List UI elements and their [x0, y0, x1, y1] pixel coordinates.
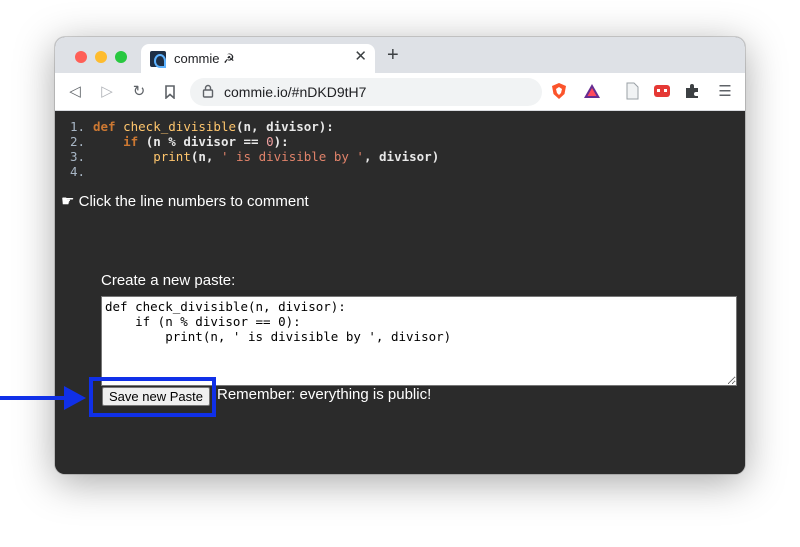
tab-strip: commie ☭ ✕ + [55, 37, 745, 73]
comment-hint: ☛ Click the line numbers to comment [61, 193, 309, 210]
code-view: 1. def check_divisible(n, divisor): 2. if … [55, 119, 745, 179]
code-line: 1. def check_divisible(n, divisor): [55, 119, 745, 134]
code-token: def [93, 119, 124, 134]
code-token: check_divisible [123, 119, 236, 134]
tab-title: commie ☭ [174, 51, 235, 66]
annotation-arrow [0, 396, 70, 400]
line-number[interactable]: 2. [55, 134, 93, 149]
code-token: if [123, 134, 139, 149]
address-bar[interactable]: commie.io/#nDKD9tH7 [190, 78, 542, 106]
browser-toolbar: ◁ ▷ ↻ commie.io/#nDKD9tH7 ☰ [55, 73, 745, 111]
tab-active[interactable]: commie ☭ ✕ [141, 44, 375, 73]
annotation-highlight-box [89, 377, 216, 417]
code-token: print [153, 149, 191, 164]
code-line: 4. [55, 164, 745, 179]
paste-textarea[interactable]: def check_divisible(n, divisor): if (n %… [101, 296, 737, 386]
code-token: 0 [266, 134, 274, 149]
menu-icon[interactable]: ☰ [715, 82, 735, 102]
line-number[interactable]: 4. [55, 164, 93, 179]
document-icon[interactable] [623, 82, 641, 100]
extensions-puzzle-icon[interactable] [683, 82, 701, 100]
window-close-button[interactable] [75, 51, 87, 63]
code-line: 2. if (n % divisor == 0): [55, 134, 745, 149]
code-token: ' is divisible by ' [220, 149, 364, 164]
page-content: 1. def check_divisible(n, divisor): 2. if … [55, 111, 745, 474]
code-token: ): [273, 134, 289, 149]
commie-favicon-icon [150, 51, 166, 68]
brave-shield-icon[interactable] [550, 82, 568, 100]
annotation-arrow-head [64, 386, 86, 410]
back-icon[interactable]: ◁ [65, 82, 85, 102]
reload-icon[interactable]: ↻ [129, 82, 149, 102]
public-warning-text: Remember: everything is public! [217, 386, 432, 403]
url-text: commie.io/#nDKD9tH7 [224, 84, 367, 100]
extension-red-icon[interactable] [653, 82, 671, 100]
bookmark-icon[interactable] [160, 82, 180, 102]
forward-icon[interactable]: ▷ [97, 82, 117, 102]
code-token: (n, [190, 149, 221, 164]
window-minimize-button[interactable] [95, 51, 107, 63]
brave-rewards-icon[interactable] [583, 82, 601, 100]
line-number[interactable]: 1. [55, 119, 93, 134]
code-token: (n, divisor): [236, 119, 334, 134]
new-tab-button[interactable]: + [387, 45, 399, 65]
lock-icon [202, 84, 214, 98]
line-number[interactable]: 3. [55, 149, 93, 164]
code-line: 3. print(n, ' is divisible by ', divisor… [55, 149, 745, 164]
code-token: , divisor) [363, 149, 440, 164]
create-paste-label: Create a new paste: [101, 272, 236, 289]
code-token: (n % divisor == [138, 134, 267, 149]
window-maximize-button[interactable] [115, 51, 127, 63]
tab-close-icon[interactable]: ✕ [354, 49, 367, 65]
